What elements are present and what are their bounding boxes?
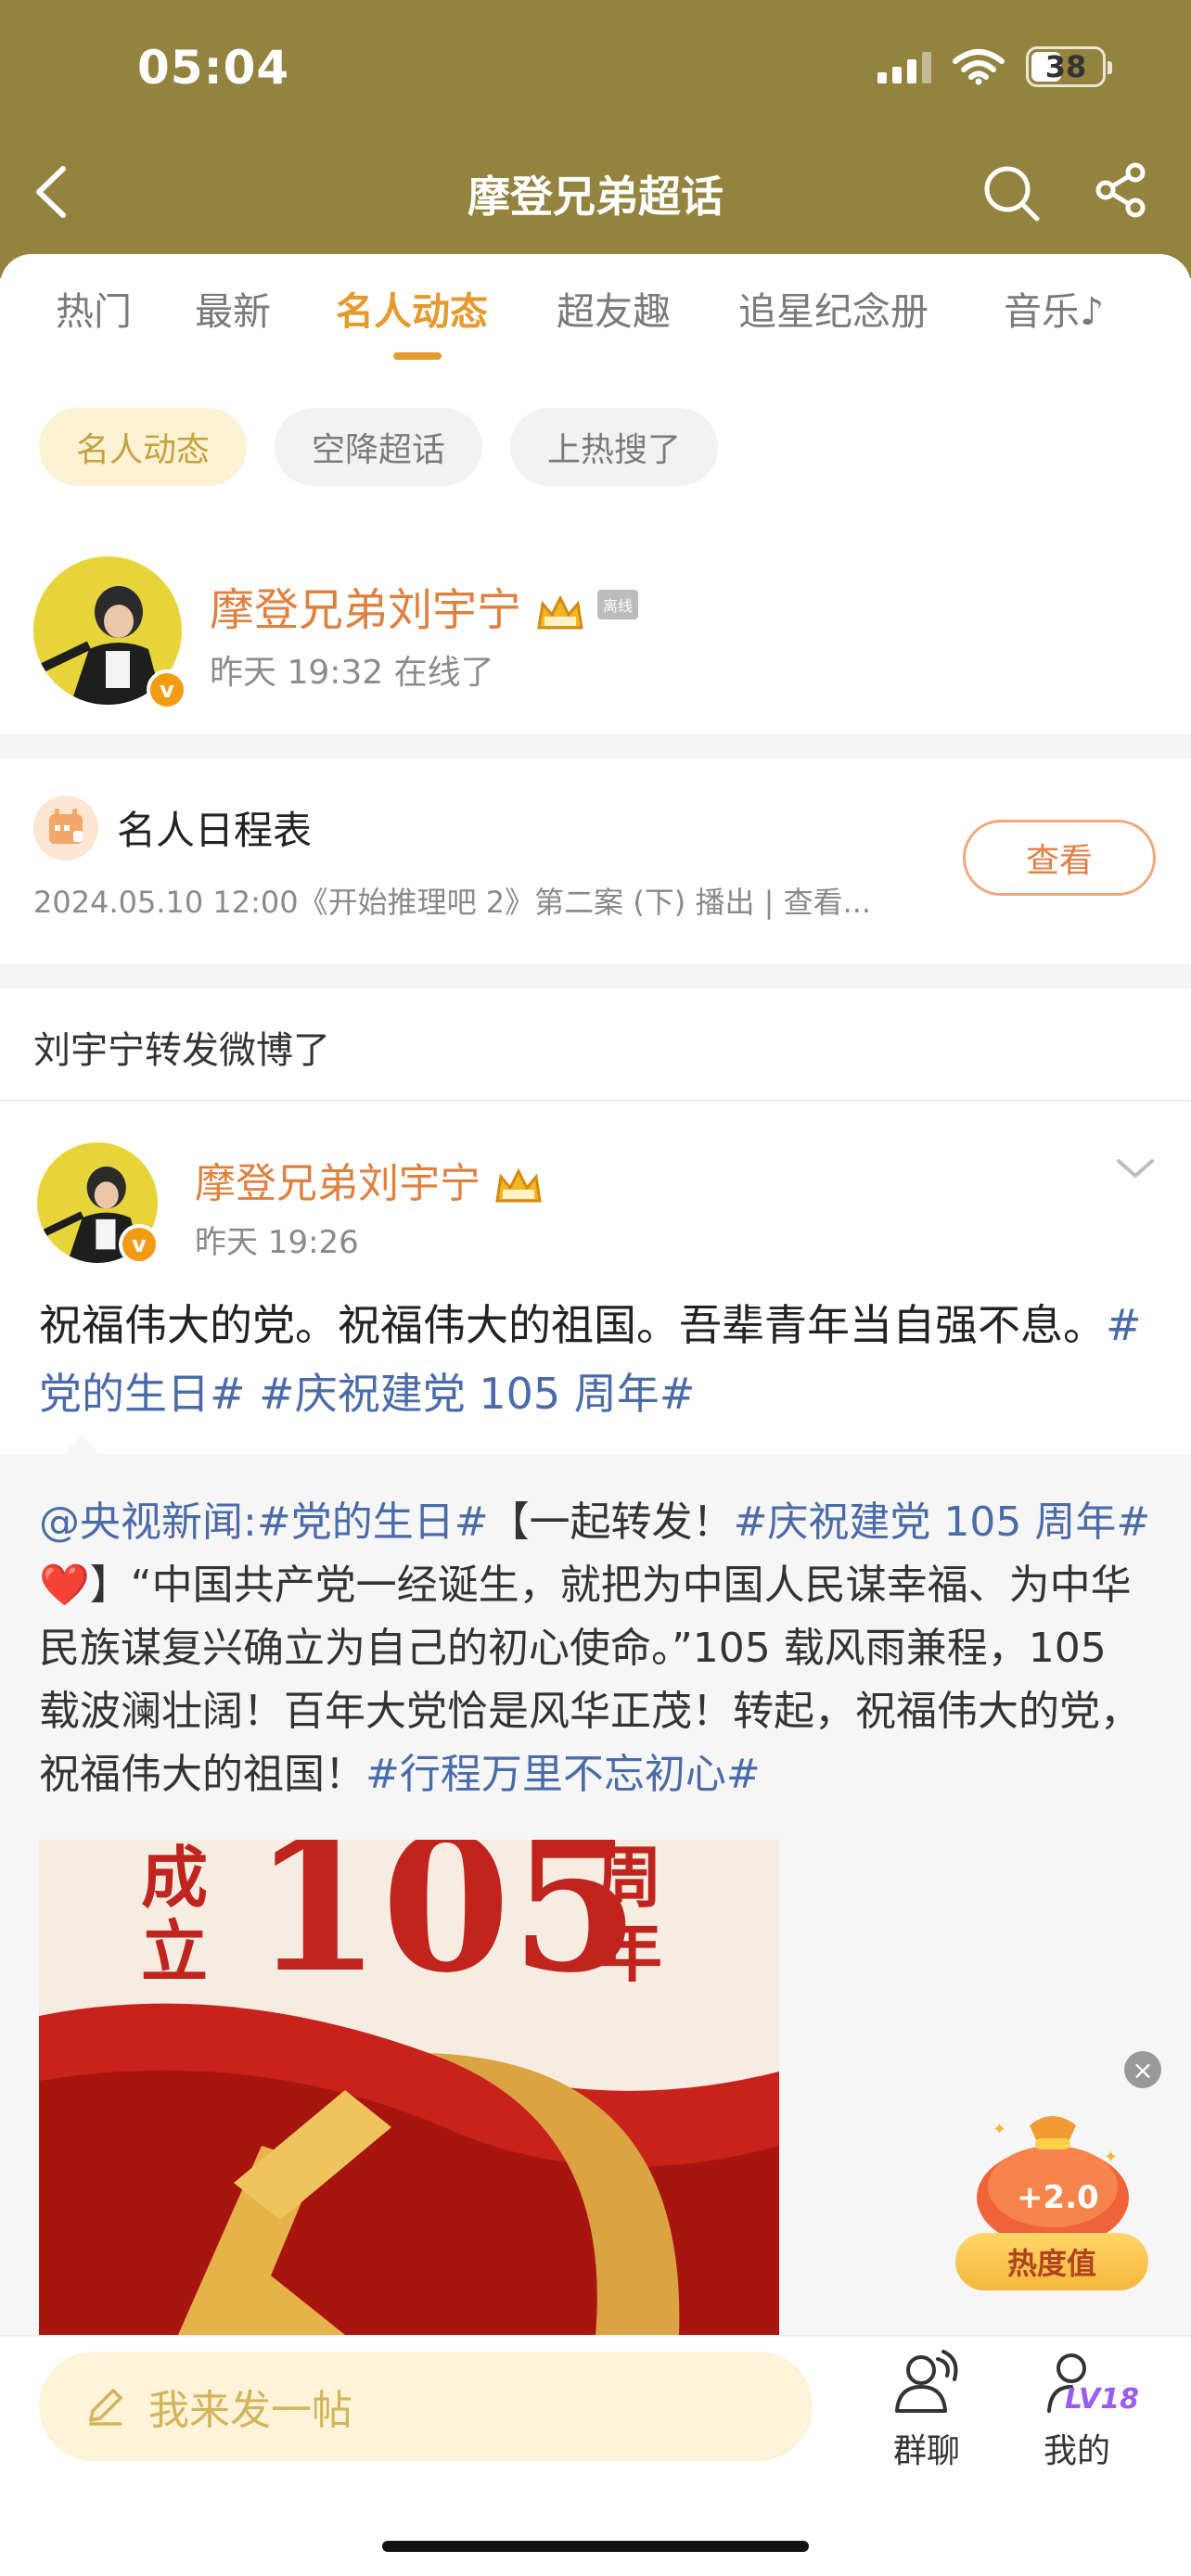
crown-icon xyxy=(537,594,584,630)
last-online-text: 昨天 19:32 在线了 xyxy=(210,654,494,692)
tab-hot[interactable]: 热门 xyxy=(56,280,132,336)
close-icon[interactable]: × xyxy=(1124,2051,1161,2088)
tab-music-label: 音乐 xyxy=(1004,289,1080,334)
battery-level: 38 xyxy=(1044,49,1087,84)
chip-airdrop[interactable]: 空降超话 xyxy=(275,408,483,486)
pencil-icon xyxy=(89,2389,122,2426)
compose-placeholder: 我来发一帖 xyxy=(148,2387,352,2434)
quote-tag[interactable]: #庆祝建党 105 周年# xyxy=(734,1498,1151,1546)
quote-tag[interactable]: #行程万里不忘初心# xyxy=(365,1751,761,1798)
share-icon[interactable] xyxy=(1093,161,1150,219)
post-body: 祝福伟大的党。祝福伟大的祖国。吾辈青年当自强不息。 xyxy=(39,1300,1106,1350)
repost-header: 刘宇宁转发微博了 xyxy=(33,1029,330,1072)
wifi-icon xyxy=(953,49,1005,85)
tab-fan-album[interactable]: 追星纪念册 xyxy=(738,280,928,336)
verified-badge: v xyxy=(119,1224,160,1265)
group-chat-button[interactable]: 群聊 xyxy=(876,2346,978,2472)
tab-super-fun[interactable]: 超友趣 xyxy=(557,280,671,336)
offline-badge: 离线 xyxy=(597,590,639,619)
tab-latest[interactable]: 最新 xyxy=(195,280,271,336)
celebrity-name[interactable]: 摩登兄弟刘宇宁 xyxy=(210,573,585,638)
view-schedule-button[interactable]: 查看 xyxy=(963,820,1156,896)
active-tab-indicator xyxy=(393,352,442,360)
post-text: 祝福伟大的党。祝福伟大的祖国。吾辈青年当自强不息。#党的生日# #庆祝建党 10… xyxy=(39,1291,1152,1428)
quote-colon: : xyxy=(243,1498,257,1546)
svg-text:✦: ✦ xyxy=(1104,2148,1118,2167)
group-chat-icon xyxy=(895,2350,958,2413)
post-image[interactable]: 成 立 105 周 年 xyxy=(39,1840,779,2335)
divider-line xyxy=(0,1100,1191,1102)
tab-celebrity-news[interactable]: 名人动态 xyxy=(336,280,488,336)
quoted-post-text: @央视新闻:#党的生日#【一起转发！#庆祝建党 105 周年#❤️】“中国共产党… xyxy=(39,1491,1152,1806)
calendar-icon xyxy=(33,796,98,861)
image-char: 周 xyxy=(596,1840,662,1917)
lucky-bag-icon[interactable]: ✦ ✦ xyxy=(965,2098,1141,2246)
image-char: 年 xyxy=(596,1913,662,1991)
verified-badge: v xyxy=(147,670,187,710)
compose-input[interactable]: 我来发一帖 xyxy=(39,2352,813,2461)
section-divider xyxy=(0,734,1191,759)
image-char: 立 xyxy=(141,1913,208,1991)
mine-label: 我的 xyxy=(1043,2432,1110,2470)
filter-chips: 名人动态 空降超话 上热搜了 xyxy=(39,408,719,486)
section-divider xyxy=(0,964,1191,988)
header-bar: 05:04 38 摩登兄弟超话 xyxy=(0,0,1191,278)
quote-lead: 【一起转发！ xyxy=(488,1498,734,1546)
chip-celebrity-news[interactable]: 名人动态 xyxy=(39,408,248,486)
category-tabs: 热门 最新 名人动态 超友趣 追星纪念册 音乐♪ xyxy=(0,280,1191,373)
status-icons: 38 xyxy=(877,46,1112,87)
search-icon[interactable] xyxy=(981,163,1041,223)
quote-tag[interactable]: #党的生日# xyxy=(257,1498,489,1546)
schedule-description[interactable]: 2024.05.10 12:00《开始推理吧 2》第二案 (下) 播出 | 查看… xyxy=(33,879,924,922)
image-number: 105 xyxy=(252,1840,639,2014)
heat-value-button[interactable]: 热度值 xyxy=(955,2233,1148,2290)
home-indicator xyxy=(382,2541,809,2552)
mention-link[interactable]: @央视新闻 xyxy=(39,1498,243,1546)
post-tag[interactable]: #庆祝建党 105 周年# xyxy=(259,1369,695,1419)
heat-value: +2.0 xyxy=(1017,2179,1099,2216)
post-time: 昨天 19:26 xyxy=(195,1224,359,1261)
status-time: 05:04 xyxy=(137,41,290,95)
tab-music[interactable]: 音乐♪ xyxy=(1004,280,1104,336)
post-author-name-text: 摩登兄弟刘宇宁 xyxy=(195,1160,480,1207)
quote-pointer xyxy=(61,1435,102,1456)
celebrity-name-text: 摩登兄弟刘宇宁 xyxy=(210,584,522,636)
post-author-name[interactable]: 摩登兄弟刘宇宁 xyxy=(195,1150,544,1209)
crown-icon xyxy=(495,1167,542,1203)
battery-icon: 38 xyxy=(1026,46,1112,87)
chip-trending[interactable]: 上热搜了 xyxy=(510,408,719,486)
cellular-signal-icon xyxy=(877,50,931,83)
schedule-title: 名人日程表 xyxy=(117,808,313,853)
level-badge: LV18 xyxy=(1065,2383,1139,2416)
image-char: 成 xyxy=(141,1840,208,1917)
svg-text:✦: ✦ xyxy=(992,2120,1006,2139)
music-note-icon: ♪ xyxy=(1080,289,1105,334)
heart-icon: ❤️ xyxy=(39,1562,90,1609)
chevron-down-icon[interactable] xyxy=(1111,1150,1159,1187)
group-chat-label: 群聊 xyxy=(892,2432,960,2470)
